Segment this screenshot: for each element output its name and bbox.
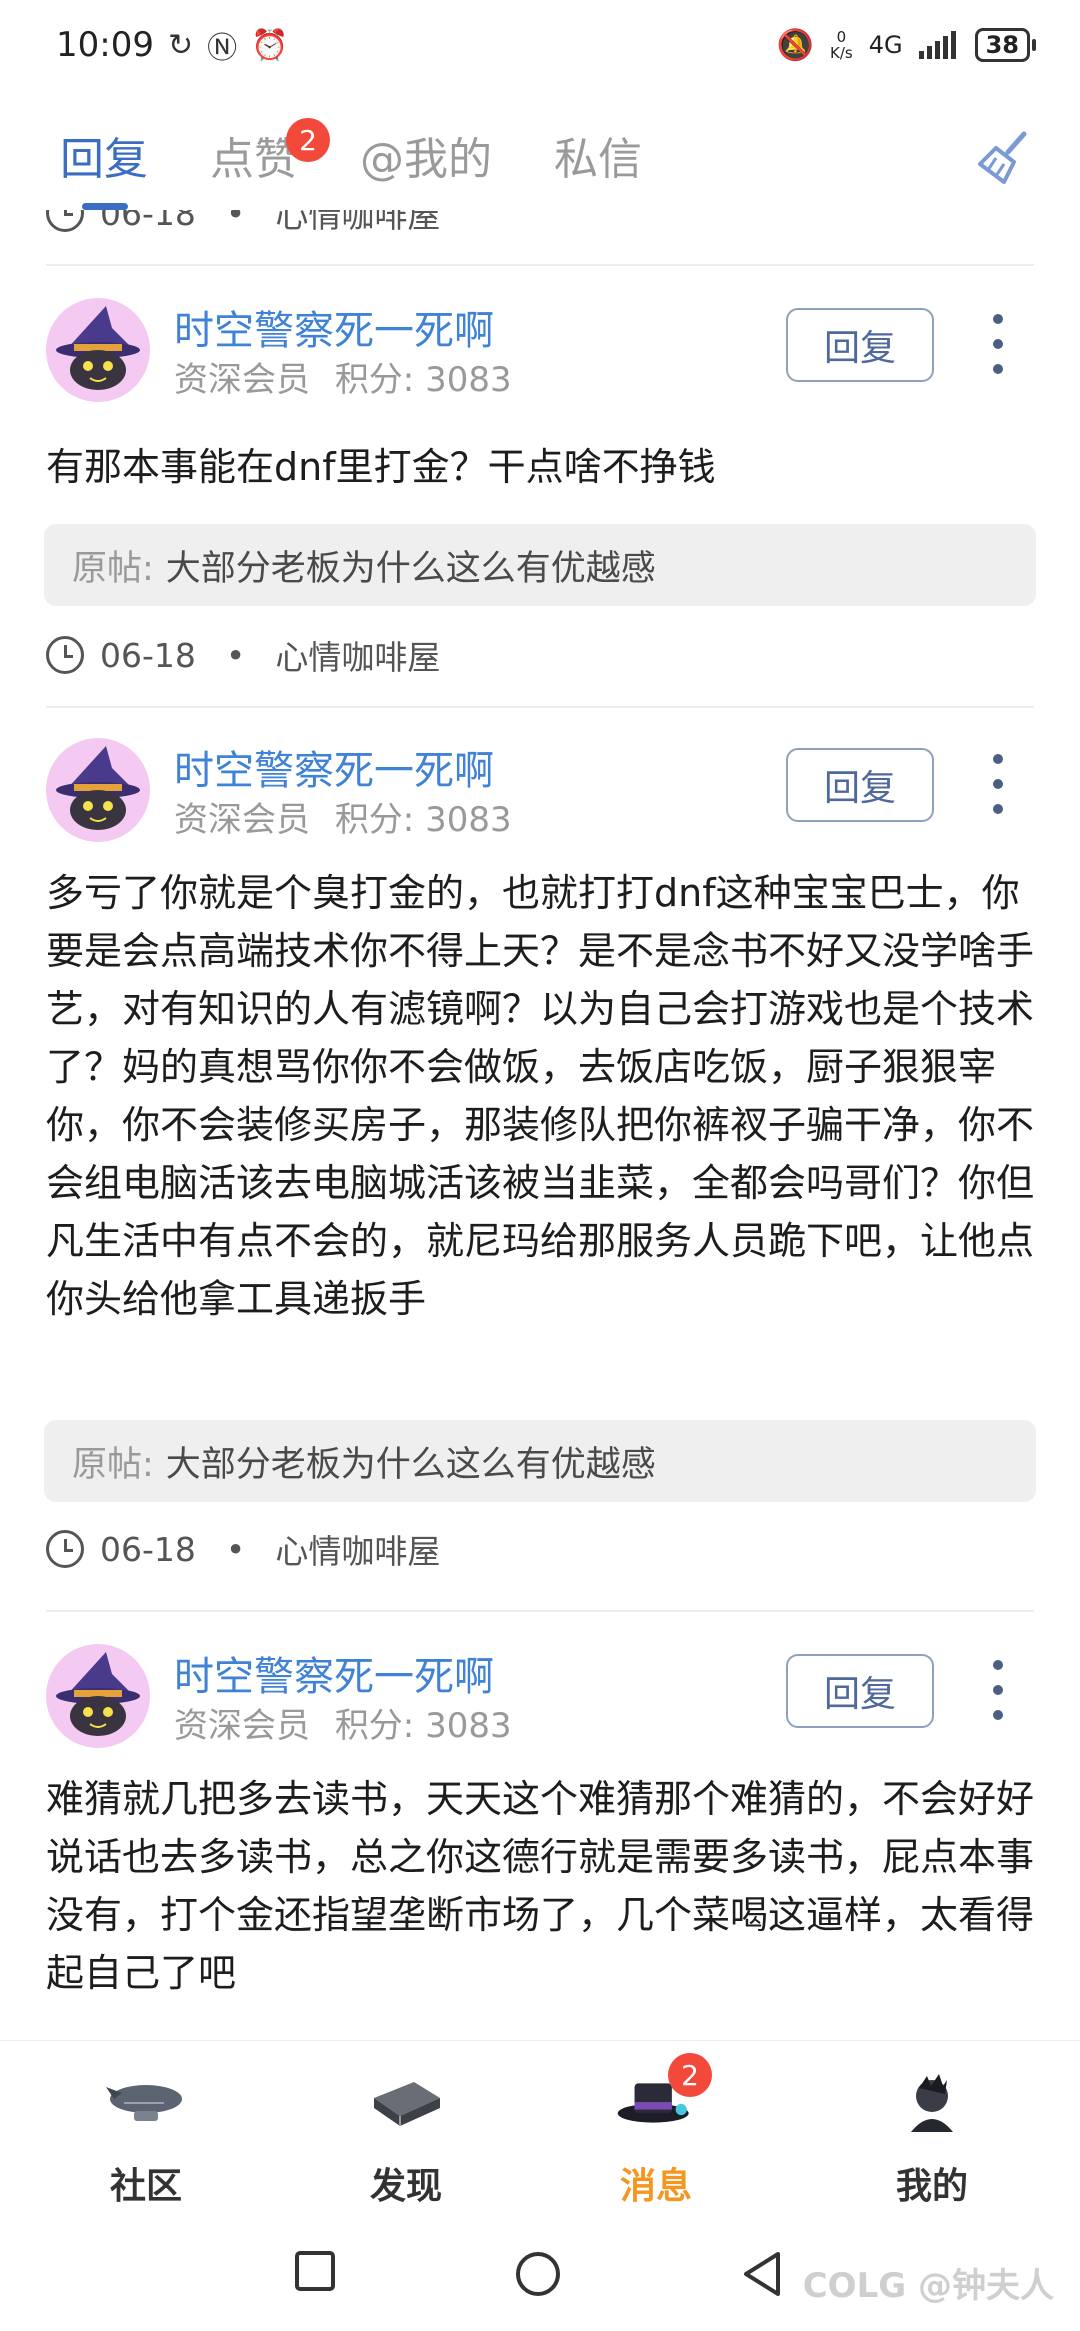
username[interactable]: 时空警察死一死啊 [174, 738, 494, 796]
nfc-icon: Ⓝ [207, 31, 238, 66]
sync-icon: ↻ [167, 27, 194, 63]
username[interactable]: 时空警察死一死啊 [174, 298, 494, 356]
nav-discover[interactable]: 发现 [306, 2041, 506, 2221]
messages-badge: 2 [668, 2053, 712, 2097]
avatar[interactable] [46, 298, 150, 402]
profile-avatar-icon [890, 2061, 974, 2145]
net-speed: 0 K/s [830, 29, 853, 61]
clock-icon [46, 1530, 84, 1568]
reply-content: 有那本事能在dnf里打金？干点啥不挣钱 [46, 445, 716, 489]
tab-private-messages-label: 私信 [554, 134, 642, 185]
meta-date: 06-18 [100, 210, 196, 233]
home-circle-icon[interactable] [514, 2250, 562, 2298]
reply-button[interactable]: 回复 [786, 748, 934, 822]
mute-bell-icon: 🔕 [776, 27, 814, 63]
reply-list[interactable]: 06-18 • 心情咖啡屋 时空警察死一死啊 资深会员 积分: 3083 回复 … [0, 210, 1080, 2040]
airship-icon [104, 2061, 188, 2145]
reply-button[interactable]: 回复 [786, 308, 934, 382]
net-speed-unit: K/s [830, 44, 853, 62]
bottom-nav: 社区 发现 2 消息 我的 [0, 2040, 1080, 2220]
reply-header: 时空警察死一死啊 资深会员 积分: 3083 回复 [46, 734, 1036, 844]
message-tabs: 回复 点赞 2 @我的 私信 [0, 100, 1080, 210]
user-info: 资深会员 积分: 3083 [174, 792, 512, 841]
network-type: 4G [868, 31, 903, 59]
tab-private-messages[interactable]: 私信 [554, 100, 642, 210]
tab-mentions-label: @我的 [360, 134, 492, 185]
meta-separator: • [225, 635, 246, 675]
divider [46, 706, 1034, 708]
reply-header: 时空警察死一死啊 资深会员 积分: 3083 回复 [46, 294, 1036, 404]
user-rank: 资深会员 [174, 360, 310, 400]
battery-indicator: 38 [974, 28, 1037, 62]
tab-likes[interactable]: 点赞 2 [210, 100, 330, 210]
nav-profile-label: 我的 [895, 2166, 968, 2207]
user-points: 积分: 3083 [334, 360, 512, 400]
net-speed-value: 0 [836, 28, 847, 46]
nav-messages-label: 消息 [619, 2166, 692, 2207]
nav-messages[interactable]: 2 消息 [556, 2041, 756, 2221]
witch-cat-avatar-icon [56, 746, 140, 830]
avatar[interactable] [46, 1644, 150, 1748]
original-post-label: 原帖: [72, 1444, 154, 1485]
user-info: 资深会员 积分: 3083 [174, 352, 512, 401]
tab-reply-label: 回复 [60, 134, 148, 185]
meta-forum[interactable]: 心情咖啡屋 [275, 1525, 440, 1573]
status-bar: 10:09 ↻ Ⓝ ⏰ 🔕 0 K/s 4G 38 [0, 0, 1080, 90]
original-post-link[interactable]: 原帖: 大部分老板为什么这么有优越感 [44, 1420, 1036, 1502]
reply-button[interactable]: 回复 [786, 1654, 934, 1728]
user-points: 积分: 3083 [334, 800, 512, 840]
user-info: 资深会员 积分: 3083 [174, 1698, 512, 1747]
reply-header: 时空警察死一死啊 资深会员 积分: 3083 回复 [46, 1640, 1036, 1750]
username[interactable]: 时空警察死一死啊 [174, 1644, 494, 1702]
reply-content: 多亏了你就是个臭打金的，也就打打dnf这种宝宝巴士，你要是会点高端技术你不得上天… [46, 871, 1035, 1321]
tab-mentions[interactable]: @我的 [360, 100, 492, 210]
meta-row: 06-18 • 心情咖啡屋 [46, 1524, 440, 1574]
recents-square-icon[interactable] [294, 2250, 336, 2292]
original-post-label: 原帖: [72, 548, 154, 589]
active-tab-indicator [82, 203, 128, 210]
user-rank: 资深会员 [174, 1706, 310, 1746]
alarm-icon: ⏰ [251, 27, 289, 63]
meta-date: 06-18 [100, 635, 196, 675]
likes-badge: 2 [286, 118, 330, 162]
user-points: 积分: 3083 [334, 1706, 512, 1746]
partial-meta-row: 06-18 • 心情咖啡屋 [46, 210, 440, 238]
more-options-icon[interactable] [986, 1660, 1010, 1720]
meta-row: 06-18 • 心情咖啡屋 [46, 630, 440, 680]
original-post-title: 大部分老板为什么这么有优越感 [165, 1444, 656, 1485]
meta-forum[interactable]: 心情咖啡屋 [275, 210, 440, 237]
signal-icon [918, 31, 956, 59]
nav-community-label: 社区 [109, 2166, 182, 2207]
watermark: COLG @钟夫人 [802, 2266, 1054, 2306]
nav-community[interactable]: 社区 [46, 2041, 246, 2221]
clock-icon [46, 636, 84, 674]
meta-separator: • [225, 210, 246, 233]
book-icon [364, 2061, 448, 2145]
original-post-link[interactable]: 原帖: 大部分老板为什么这么有优越感 [44, 524, 1036, 606]
tab-likes-label: 点赞 [210, 134, 298, 185]
meta-forum[interactable]: 心情咖啡屋 [275, 631, 440, 679]
back-triangle-icon[interactable] [740, 2250, 784, 2298]
witch-cat-avatar-icon [56, 306, 140, 390]
clock-icon [46, 210, 84, 232]
tab-reply[interactable]: 回复 [60, 100, 148, 210]
original-post-title: 大部分老板为什么这么有优越感 [165, 548, 656, 589]
witch-cat-avatar-icon [56, 1652, 140, 1736]
more-options-icon[interactable] [986, 314, 1010, 374]
status-time: 10:09 [56, 25, 154, 65]
nav-discover-label: 发现 [369, 2166, 442, 2207]
avatar[interactable] [46, 738, 150, 842]
user-rank: 资深会员 [174, 800, 310, 840]
meta-separator: • [225, 1529, 246, 1569]
clear-broom-icon[interactable] [974, 128, 1034, 188]
divider [46, 264, 1034, 266]
meta-date: 06-18 [100, 1529, 196, 1569]
divider [46, 1610, 1034, 1612]
reply-content: 难猜就几把多去读书，天天这个难猜那个难猜的，不会好好说话也去多读书，总之你这德行… [46, 1777, 1035, 1995]
more-options-icon[interactable] [986, 754, 1010, 814]
nav-profile[interactable]: 我的 [832, 2041, 1032, 2221]
